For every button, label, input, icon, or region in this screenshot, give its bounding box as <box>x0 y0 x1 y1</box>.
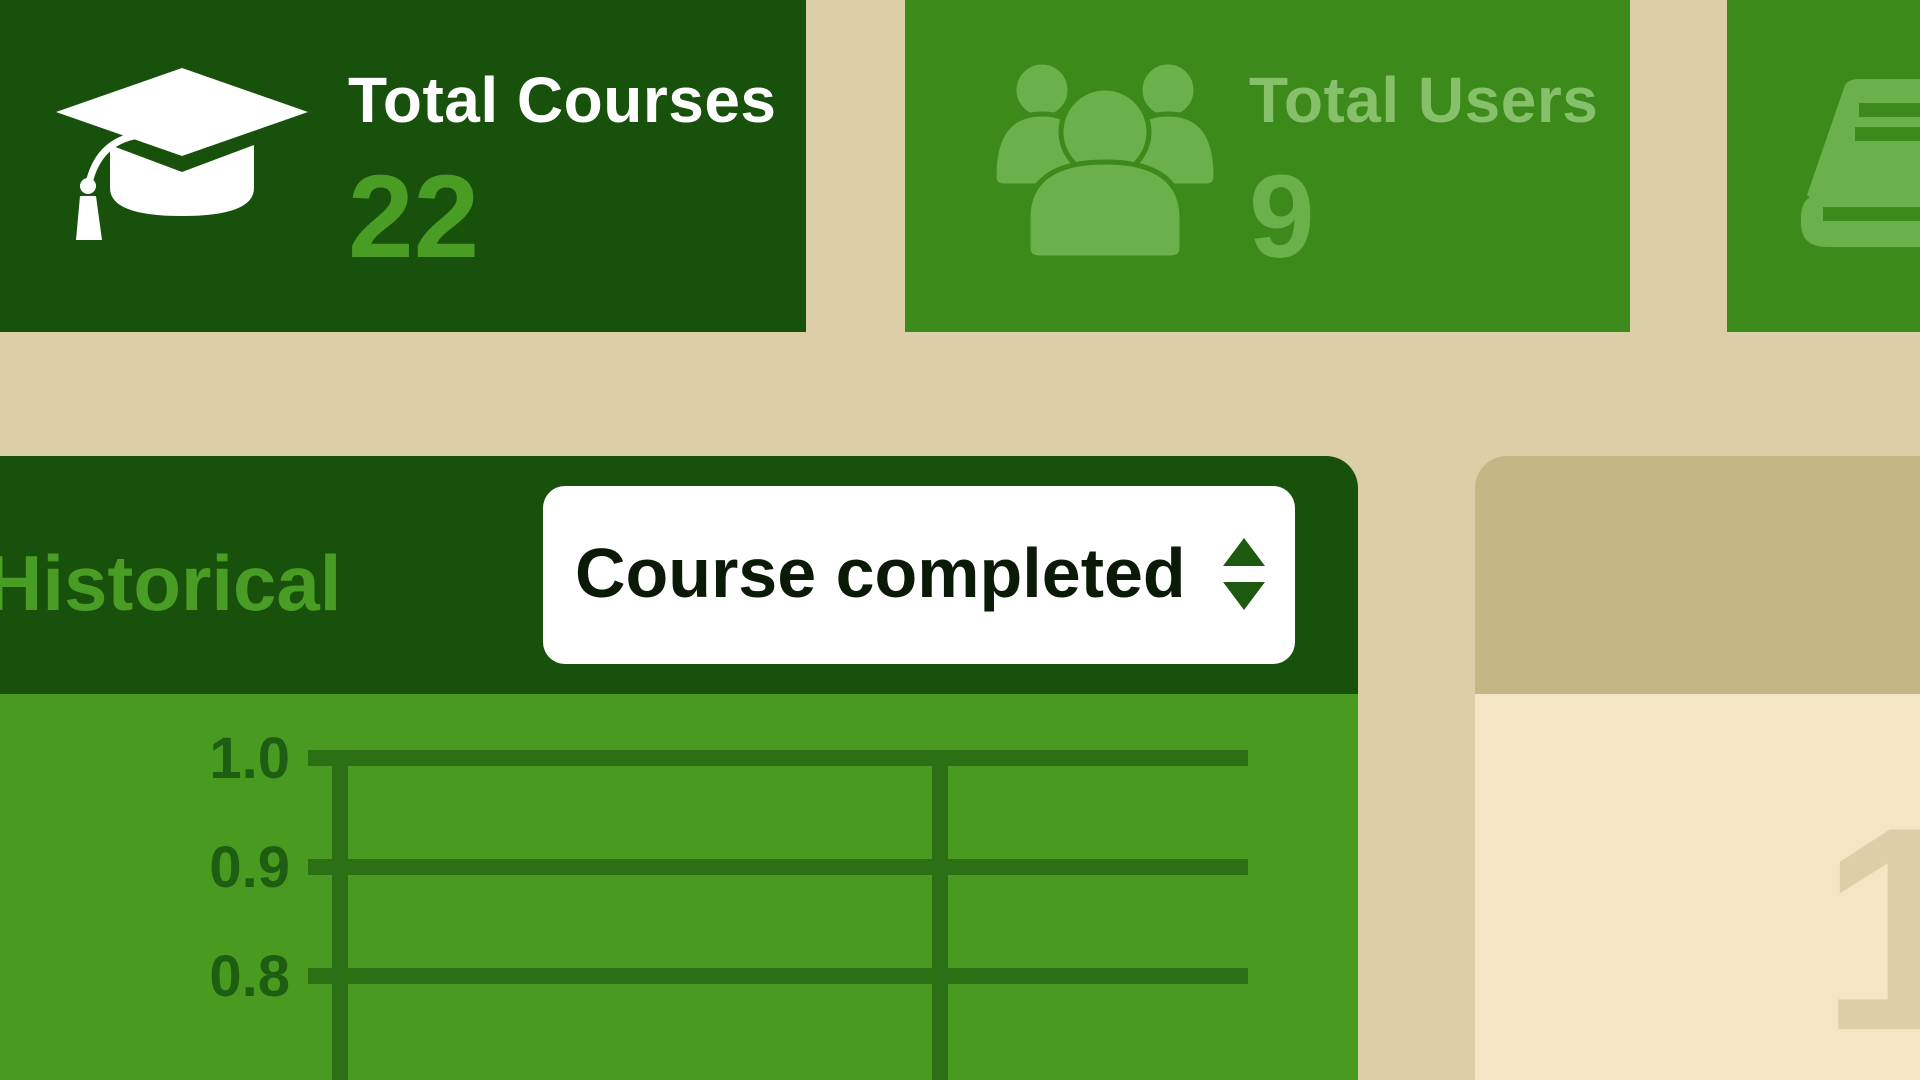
right-panel-body: 1 <box>1475 694 1920 1080</box>
graduation-cap-icon <box>56 68 308 240</box>
right-panel-header <box>1475 456 1920 694</box>
y-tick-label: 1.0 <box>209 726 290 791</box>
total-courses-card[interactable]: Total Courses 22 <box>0 0 806 332</box>
sort-arrows-icon <box>1223 538 1265 610</box>
y-tick-label: 0.8 <box>209 944 290 1009</box>
total-users-value: 9 <box>1249 151 1315 283</box>
historical-chart-area: 1.0 0.9 0.8 <box>0 694 1358 1080</box>
right-panel: 1 <box>1475 456 1920 1080</box>
users-group-icon <box>991 59 1219 258</box>
total-courses-label: Total Courses <box>348 64 777 136</box>
total-courses-value: 22 <box>348 151 480 283</box>
historical-panel: Historical Course completed 1.0 0.9 0.8 <box>0 456 1358 1080</box>
total-users-label: Total Users <box>1249 64 1599 136</box>
metric-select-value: Course completed <box>575 534 1186 612</box>
historical-panel-header: Historical Course completed <box>0 456 1358 694</box>
total-users-card[interactable]: Total Users 9 <box>905 0 1630 332</box>
stat-card-partial[interactable] <box>1727 0 1920 332</box>
book-icon <box>1801 79 1920 247</box>
right-panel-value: 1 <box>1820 767 1920 1080</box>
historical-chart: 1.0 0.9 0.8 <box>209 726 1248 1080</box>
y-tick-label: 0.9 <box>209 835 290 900</box>
metric-select[interactable]: Course completed <box>543 486 1295 664</box>
historical-title: Historical <box>0 539 342 627</box>
